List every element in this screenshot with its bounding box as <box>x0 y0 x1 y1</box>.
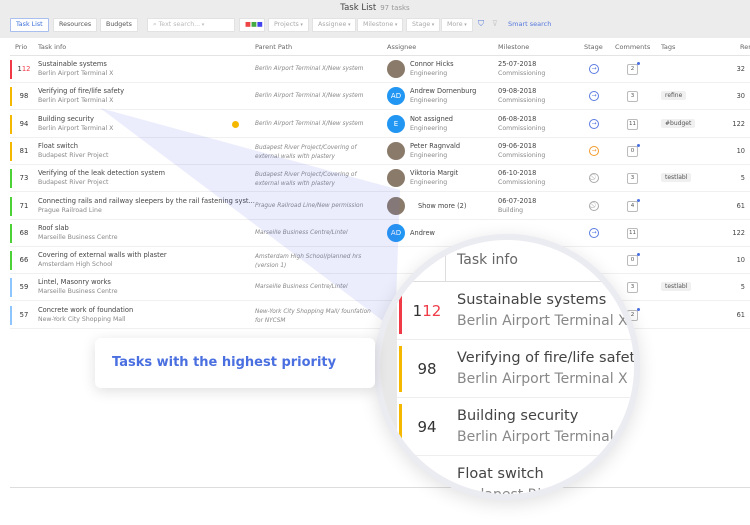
priority-bar <box>399 346 402 392</box>
task-project: Berlin Airport Terminal X <box>457 429 628 445</box>
magnifier-beam <box>100 108 400 330</box>
priority-value: 98 <box>417 360 437 378</box>
callout-highest-priority: Tasks with the highest priority <box>95 338 375 388</box>
task-project: Berlin Airport Terminal X <box>457 313 628 329</box>
lens-row: 81 Float switch Budapest River Project <box>397 456 634 494</box>
task-name: Building security <box>457 408 579 424</box>
lens-header: Prio Task info <box>397 240 634 282</box>
task-name: Float switch <box>457 466 544 482</box>
lens-row: 98 Verifying of fire/life safety Berlin Ai… <box>397 340 640 398</box>
lens-col-task-info: Task info <box>457 252 518 268</box>
task-name: Sustainable systems <box>457 292 607 308</box>
lens-row: 112 Sustainable systems Berlin Airport Ter… <box>397 282 634 340</box>
priority-bar <box>399 288 402 334</box>
priority-value: 112 <box>412 302 442 320</box>
lens-row: 94 Building security Berlin Airport Termin… <box>397 398 634 456</box>
magnifier-lens: Prio Task info 112 Sustainable systems Ber… <box>374 234 640 500</box>
priority-bar <box>399 404 402 450</box>
task-project: Berlin Airport Terminal X <box>457 371 628 387</box>
lens-left-strip <box>380 240 397 494</box>
priority-value: 94 <box>417 418 437 436</box>
task-name: Verifying of fire/life safety <box>457 350 640 366</box>
lens-col-prio: Prio <box>409 252 436 268</box>
priority-value: 81 <box>417 476 437 494</box>
